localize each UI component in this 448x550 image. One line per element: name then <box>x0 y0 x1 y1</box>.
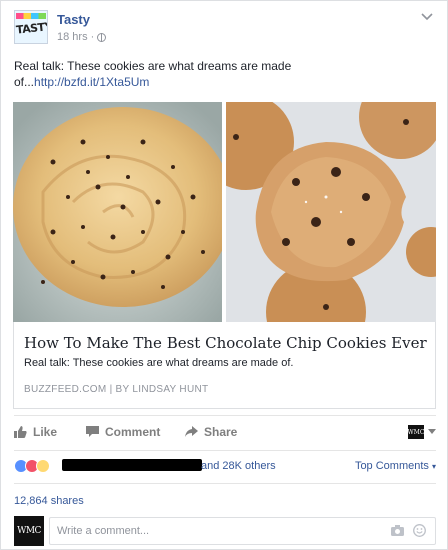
like-label: Like <box>33 425 58 439</box>
reactions-row: and 28K others Top Comments ▾ <box>14 457 436 475</box>
post-card: TASTY Tasty 18 hrs · Real talk: These co… <box>0 0 448 550</box>
wow-icon <box>36 459 50 473</box>
chevron-down-icon[interactable] <box>420 12 434 22</box>
share-label: Share <box>204 425 238 439</box>
link-description: Real talk: These cookies are what dreams… <box>24 357 294 369</box>
cookies-illustration <box>226 102 436 322</box>
page-selector-avatar: WMC <box>408 425 424 439</box>
meta-separator: · <box>90 31 95 43</box>
page-selector[interactable]: WMC <box>408 425 436 439</box>
post-images[interactable] <box>13 102 436 322</box>
logo-stripe <box>16 13 46 19</box>
page-avatar[interactable]: TASTY <box>14 10 48 44</box>
link-title[interactable]: How To Make The Best Chocolate Chip Cook… <box>24 334 427 352</box>
top-comments-label: Top Comments <box>354 460 429 472</box>
emoji-icon[interactable] <box>413 524 426 537</box>
post-text: Real talk: These cookies are what dreams… <box>14 58 424 90</box>
logo-text: TASTY <box>15 19 48 37</box>
divider <box>14 450 436 451</box>
thumbs-up-icon <box>14 426 27 438</box>
share-icon <box>185 426 198 437</box>
redacted-names <box>62 459 202 471</box>
top-comments-dropdown[interactable]: Top Comments ▾ <box>355 460 436 472</box>
cookie-dough-illustration <box>13 102 222 322</box>
comment-label: Comment <box>105 425 161 439</box>
comment-input[interactable] <box>49 517 436 545</box>
link-source: BUZZFEED.COM | BY LINDSAY HUNT <box>24 384 209 395</box>
reaction-icons[interactable] <box>14 459 58 473</box>
like-button[interactable]: Like <box>14 425 57 439</box>
shares-count[interactable]: 12,864 shares <box>14 495 84 507</box>
camera-icon[interactable] <box>391 525 404 536</box>
caret-down-icon <box>428 429 436 434</box>
action-bar: Like Comment Share WMC <box>14 419 436 447</box>
post-meta: 18 hrs · <box>57 31 107 43</box>
divider <box>14 415 436 416</box>
page-name[interactable]: Tasty <box>57 12 90 27</box>
comment-button[interactable]: Comment <box>86 425 160 439</box>
commenter-avatar[interactable]: WMC <box>14 516 44 546</box>
post-header: TASTY Tasty 18 hrs · <box>14 10 434 46</box>
post-link[interactable]: http://bzfd.it/1Xta5Um <box>34 75 149 89</box>
post-time[interactable]: 18 hrs <box>57 31 88 43</box>
comment-icon <box>86 426 99 437</box>
divider <box>14 483 436 484</box>
chevron-down-icon: ▾ <box>431 462 436 471</box>
cookies-image[interactable] <box>226 102 436 322</box>
globe-icon <box>97 32 107 42</box>
link-preview[interactable]: How To Make The Best Chocolate Chip Cook… <box>13 322 436 409</box>
share-button[interactable]: Share <box>185 425 237 439</box>
reaction-count[interactable]: and 28K others <box>201 460 276 472</box>
cookie-dough-image[interactable] <box>13 102 222 322</box>
comment-composer: WMC <box>14 516 436 546</box>
